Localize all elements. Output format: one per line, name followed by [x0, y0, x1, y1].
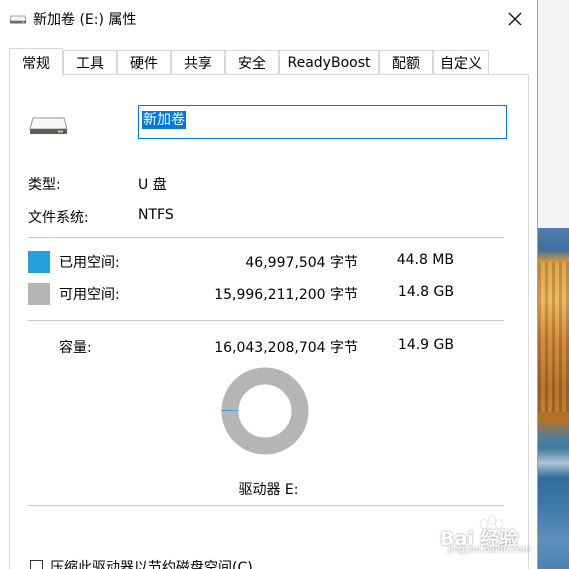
tab-security[interactable]: 安全: [225, 50, 279, 75]
free-space-size: 14.8 GB: [397, 284, 454, 300]
donut-free-ring: [221, 367, 309, 455]
compress-checkbox[interactable]: [30, 560, 43, 569]
close-icon: [508, 12, 522, 26]
type-value: U 盘: [138, 177, 167, 193]
desktop-background: [538, 0, 569, 569]
watermark-url: jingyan.baidu.com: [448, 545, 532, 555]
background-surf: [538, 448, 569, 478]
filesystem-label: 文件系统:: [28, 210, 89, 226]
tab-general[interactable]: 常规: [9, 48, 63, 76]
used-space-bytes: 46,997,504 字节: [245, 255, 358, 271]
volume-name-input[interactable]: 新加卷: [138, 105, 507, 139]
drive-label: 驱动器 E:: [238, 482, 299, 498]
divider-top: [28, 237, 504, 238]
capacity-bytes: 16,043,208,704 字节: [214, 340, 358, 356]
compress-label[interactable]: 压缩此驱动器以节约磁盘空间(C): [50, 557, 253, 569]
free-space-label: 可用空间:: [59, 287, 120, 303]
close-button[interactable]: [500, 4, 530, 34]
free-space-swatch: [28, 283, 50, 305]
usb-drive-icon: [29, 117, 68, 134]
window-border: [537, 0, 538, 569]
used-space-swatch: [28, 251, 50, 273]
title-bar[interactable]: 新加卷 (E:) 属性: [0, 0, 537, 38]
volume-name-text: 新加卷: [142, 111, 186, 129]
free-space-bytes: 15,996,211,200 字节: [214, 287, 358, 303]
background-cliffs: [538, 262, 569, 412]
drive-icon: [9, 15, 27, 24]
window-title: 新加卷 (E:) 属性: [33, 12, 137, 28]
tab-readyboost[interactable]: ReadyBoost: [279, 50, 379, 75]
capacity-label: 容量:: [59, 340, 92, 356]
tab-strip: 常规 工具 硬件 共享 安全 ReadyBoost 配额 自定义: [0, 48, 537, 76]
divider-middle: [28, 320, 504, 321]
properties-window: 新加卷 (E:) 属性 常规 工具 硬件 共享 安全 ReadyBoost 配额…: [0, 0, 537, 569]
type-label: 类型:: [28, 177, 61, 193]
capacity-size: 14.9 GB: [397, 337, 454, 353]
used-space-size: 44.8 MB: [396, 252, 454, 268]
used-space-label: 已用空间:: [59, 255, 120, 271]
tab-quota[interactable]: 配额: [379, 50, 433, 75]
tab-customize[interactable]: 自定义: [433, 50, 489, 75]
tab-tools[interactable]: 工具: [63, 50, 117, 75]
divider-bottom: [28, 505, 504, 506]
filesystem-value: NTFS: [138, 207, 174, 223]
tab-sharing[interactable]: 共享: [171, 50, 225, 75]
tab-hardware[interactable]: 硬件: [117, 50, 171, 75]
usage-donut-chart: [221, 367, 309, 455]
